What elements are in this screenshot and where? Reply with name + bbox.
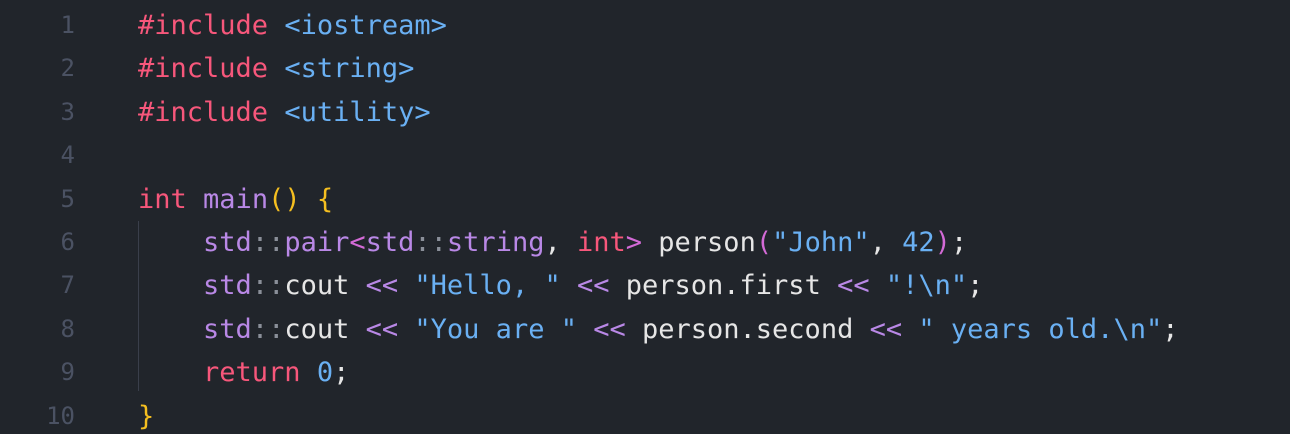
code-token: #include [138, 53, 269, 85]
code-line[interactable]: #include <utility> [138, 91, 1178, 134]
code-token: > [625, 226, 643, 258]
line-number: 1 [60, 11, 75, 39]
code-token: :: [251, 270, 285, 302]
code-token: << [365, 270, 399, 302]
line-number: 8 [60, 314, 75, 343]
code-token: < [349, 226, 366, 258]
code-token: person.second [625, 313, 870, 345]
code-token: cout [284, 313, 350, 345]
code-token: { [316, 183, 334, 215]
code-token: 0 [316, 357, 334, 389]
code-line[interactable]: int main() { [138, 178, 1178, 221]
code-token: return [203, 357, 301, 389]
code-token: ) [934, 226, 951, 258]
code-token: ; [1162, 313, 1179, 345]
code-token: #include [138, 10, 269, 41]
line-number: 6 [60, 227, 75, 256]
code-token: "You are " [414, 313, 577, 345]
code-token: ; [967, 270, 984, 302]
code-token: "!\n" [885, 270, 968, 302]
code-token: <iostream> [284, 10, 447, 41]
line-number: 7 [60, 271, 75, 300]
code-token: <string> [284, 53, 415, 85]
code-line[interactable]: std::pair<std::string, int> person("John… [138, 221, 1178, 264]
code-token: << [837, 270, 870, 302]
code-token: "John" [772, 226, 870, 258]
code-token: ; [950, 226, 968, 258]
code-token: main [203, 183, 269, 215]
code-token: person [642, 226, 756, 258]
code-token: :: [251, 226, 285, 258]
code-token: #include [138, 96, 269, 128]
code-token: << [593, 313, 626, 345]
code-token: () [268, 183, 301, 215]
code-token: pair [284, 226, 350, 258]
code-token: , [869, 226, 903, 258]
code-token: :: [251, 313, 285, 345]
line-number: 5 [60, 184, 75, 213]
code-token: string [446, 226, 545, 258]
code-line[interactable]: #include <string> [138, 47, 1178, 90]
code-token: std [203, 226, 252, 258]
code-line[interactable] [138, 134, 1178, 177]
code-token: int [138, 183, 187, 215]
code-token: } [138, 400, 155, 432]
code-token: cout [284, 270, 350, 302]
code-token: std [365, 226, 415, 258]
code-token: std [203, 270, 252, 302]
code-token: ; [333, 357, 350, 389]
code-line[interactable]: std::cout << "Hello, " << person.first <… [138, 264, 1178, 307]
code-line[interactable]: std::cout << "You are " << person.second… [138, 308, 1178, 351]
line-number: 2 [60, 54, 75, 83]
line-number: 9 [60, 358, 75, 387]
code-editor[interactable]: 1 2 3 4 5 6 7 8 9 10 #include <iostream> #include … [0, 0, 1290, 434]
code-token: << [869, 313, 903, 345]
line-number: 4 [60, 141, 75, 170]
code-token: ( [755, 226, 773, 258]
code-line[interactable]: #include <iostream> [138, 4, 1178, 47]
line-number: 3 [60, 97, 75, 126]
line-number: 10 [46, 401, 75, 430]
code-token: << [576, 270, 610, 302]
code-token: "Hello, " [414, 270, 561, 302]
code-token: " years old.\n" [918, 313, 1163, 345]
code-token: person.first [609, 270, 838, 302]
code-token: , [544, 226, 577, 258]
code-token: <utility> [284, 96, 431, 128]
code-token: << [365, 313, 399, 345]
code-token: int [576, 226, 626, 258]
code-token: 42 [902, 226, 935, 258]
code-line[interactable]: } [138, 395, 1178, 434]
code-line[interactable]: return 0; [138, 351, 1178, 394]
code-token: std [203, 313, 252, 345]
line-number-gutter: 1 2 3 4 5 6 7 8 9 10 [0, 4, 96, 434]
code-token: :: [414, 226, 447, 258]
code-area[interactable]: #include <iostream> #include <string> #inc… [138, 4, 1178, 434]
